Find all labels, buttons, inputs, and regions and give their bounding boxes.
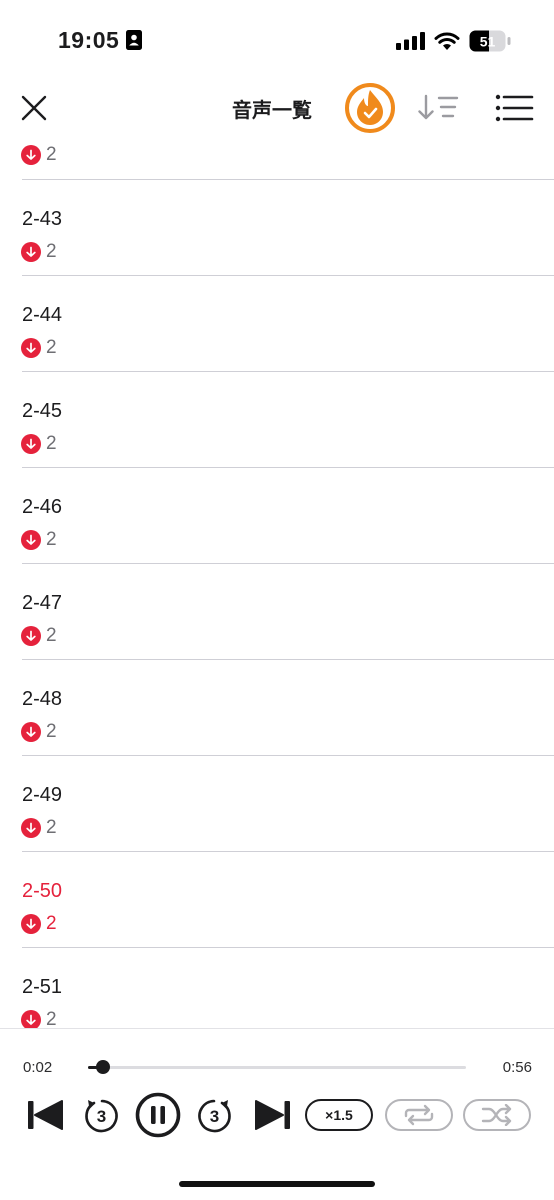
contact-card-icon — [126, 30, 142, 54]
downloaded-icon — [21, 818, 41, 838]
download-count: 2 — [46, 721, 57, 742]
speed-button[interactable]: ×1.5 — [305, 1094, 373, 1136]
list-item[interactable]: 2-44 2 — [0, 276, 554, 372]
status-time: 19:05 — [58, 27, 120, 53]
previous-track-button[interactable] — [24, 1094, 66, 1136]
download-count: 2 — [46, 1009, 57, 1028]
item-meta: 2 — [21, 625, 57, 646]
item-meta: 2 — [21, 241, 57, 262]
flame-icon — [345, 83, 395, 133]
item-title: 2-43 — [22, 208, 63, 230]
seek-thumb[interactable] — [96, 1060, 111, 1074]
item-title: 2-50 — [22, 880, 63, 902]
status-bar: 19:05 51 — [0, 0, 554, 80]
battery-level: 51 — [480, 33, 496, 49]
downloaded-icon — [21, 242, 41, 262]
list-item[interactable]: 2-45 2 — [0, 372, 554, 468]
downloaded-icon — [21, 530, 41, 550]
list-item[interactable]: 2-46 2 — [0, 468, 554, 564]
item-title: 2-49 — [22, 784, 63, 806]
battery-icon: 51 — [469, 30, 511, 56]
streak-button[interactable] — [344, 82, 396, 134]
item-meta: 2 — [21, 817, 57, 838]
repeat-pill — [385, 1099, 453, 1131]
menu-button[interactable] — [494, 93, 534, 123]
skip-previous-icon — [28, 1100, 63, 1130]
pause-button[interactable] — [135, 1092, 181, 1138]
playback-speed: ×1.5 — [305, 1099, 373, 1131]
rewind-button[interactable]: 3 — [80, 1094, 122, 1136]
download-count: 2 — [46, 433, 57, 454]
item-meta: 2 — [21, 433, 57, 454]
download-count: 2 — [46, 913, 57, 934]
forward-button[interactable]: 3 — [194, 1094, 236, 1136]
next-track-button[interactable] — [252, 1094, 294, 1136]
downloaded-icon — [21, 434, 41, 454]
list-item[interactable]: 2-50 2 — [0, 852, 554, 948]
downloaded-icon — [21, 338, 41, 358]
list-item[interactable]: 2-51 2 — [0, 948, 554, 1028]
shuffle-icon — [481, 1104, 512, 1126]
list-item[interactable]: 2-47 2 — [0, 564, 554, 660]
close-icon — [21, 95, 47, 121]
menu-icon — [495, 94, 534, 122]
list-item[interactable]: 2 — [0, 140, 554, 180]
item-meta: 2 — [21, 721, 57, 742]
forward-3-icon: 3 — [198, 1099, 231, 1133]
header-bar: 音声一覧 — [0, 80, 554, 138]
cellular-signal-icon — [396, 32, 426, 54]
item-meta: 2 — [21, 1009, 57, 1028]
download-count: 2 — [46, 337, 57, 358]
download-count: 2 — [46, 625, 57, 646]
audio-list: 2 2-43 2 2-44 2 2-45 2 2-46 2 2-47 2 2-48 2 2-49 2 2-5… — [0, 140, 554, 1028]
download-count: 2 — [46, 241, 57, 262]
item-meta: 2 — [21, 144, 57, 165]
downloaded-icon — [21, 626, 41, 646]
page-title: 音声一覧 — [232, 98, 312, 122]
downloaded-icon — [21, 914, 41, 934]
rewind-3-icon: 3 — [85, 1099, 118, 1133]
list-item[interactable]: 2-49 2 — [0, 756, 554, 852]
sort-button[interactable] — [418, 92, 460, 124]
forward-seconds: 3 — [210, 1107, 219, 1126]
downloaded-icon — [21, 1010, 41, 1028]
downloaded-icon — [21, 722, 41, 742]
list-item[interactable]: 2-43 2 — [0, 180, 554, 276]
download-count: 2 — [46, 144, 57, 165]
item-title: 2-51 — [22, 976, 63, 998]
total-time: 0:56 — [502, 1059, 532, 1076]
list-item[interactable]: 2-48 2 — [0, 660, 554, 756]
item-title: 2-44 — [22, 304, 63, 326]
elapsed-time: 0:02 — [23, 1059, 53, 1076]
download-count: 2 — [46, 529, 57, 550]
repeat-button[interactable] — [385, 1094, 453, 1136]
download-count: 2 — [46, 817, 57, 838]
item-title: 2-47 — [22, 592, 63, 614]
home-indicator — [179, 1181, 375, 1187]
item-title: 2-48 — [22, 688, 63, 710]
rewind-seconds: 3 — [97, 1107, 106, 1126]
item-meta: 2 — [21, 529, 57, 550]
item-title: 2-46 — [22, 496, 63, 518]
skip-next-icon — [255, 1100, 290, 1130]
shuffle-pill — [463, 1099, 531, 1131]
shuffle-button[interactable] — [463, 1094, 531, 1136]
seek-bar[interactable] — [88, 1060, 466, 1074]
item-meta: 2 — [21, 913, 57, 934]
downloaded-icon — [21, 145, 41, 165]
item-title: 2-45 — [22, 400, 63, 422]
player-divider — [0, 1028, 554, 1029]
close-button[interactable] — [18, 92, 50, 124]
sort-icon — [418, 94, 459, 120]
wifi-icon — [434, 31, 460, 55]
item-meta: 2 — [21, 337, 57, 358]
repeat-icon — [404, 1104, 434, 1126]
pause-icon — [135, 1092, 181, 1138]
